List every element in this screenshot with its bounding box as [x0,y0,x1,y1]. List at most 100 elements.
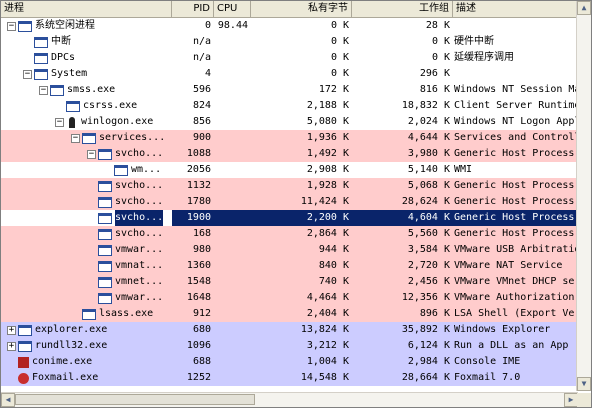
process-name-cell[interactable]: − System [1,66,172,82]
cpu-cell [214,50,251,66]
process-row[interactable]: vmnat... 1360 840 K 2,720 K VMware NAT Servi… [1,258,578,274]
description-cell: VMware NAT Service [453,258,578,274]
process-name-cell[interactable]: − services... [1,130,172,146]
process-row[interactable]: − svcho... 1088 1,492 K 3,980 K Generic Host … [1,146,578,162]
cpu-cell [214,370,251,386]
description-cell: LSA Shell (Export Ver [453,306,578,322]
scroll-corner [577,393,591,407]
process-icon [98,148,112,160]
working-set-cell: 0 K [431,36,450,47]
process-row[interactable]: svcho... 168 2,864 K 5,560 K Generic Host Pr… [1,226,578,242]
private-bytes-cell: 5,080 K [306,116,349,127]
pid-cell: 688 [172,354,214,370]
process-row[interactable]: 中断 n/a 0 K 0 K 硬件中断 [1,34,578,50]
description-cell: Generic Host Process [453,210,578,226]
process-row[interactable]: + rundll32.exe 1096 3,212 K 6,124 K Run a DLL… [1,338,578,354]
header-description[interactable]: 描述 [453,1,578,17]
collapse-icon[interactable]: − [71,133,80,143]
process-row[interactable]: + explorer.exe 680 13,824 K 35,892 K Windows … [1,322,578,338]
process-name-cell[interactable]: − winlogon.exe [1,114,172,130]
process-name-cell[interactable]: wm... [1,162,172,178]
process-row[interactable]: svcho... 1900 2,200 K 4,604 K Generic Host P… [1,210,578,226]
private-bytes-cell: 1,936 K [251,130,352,146]
process-row[interactable]: − System 4 0 K 296 K [1,66,578,82]
header-process[interactable]: 进程 [1,1,172,17]
scroll-down-icon[interactable]: ▼ [577,377,591,391]
process-row[interactable]: vmwar... 1648 4,464 K 12,356 K VMware Author… [1,290,578,306]
cpu-cell [214,210,251,226]
expand-icon[interactable]: + [7,325,16,335]
collapse-icon[interactable]: − [7,21,16,31]
process-name-cell[interactable]: + rundll32.exe [1,338,172,354]
process-name-cell[interactable]: svcho... [1,194,172,210]
description-cell: WMI [454,164,473,175]
process-name-cell[interactable]: vmnat... [1,258,172,274]
cpu-cell: 98.44 [217,20,248,31]
process-name: svcho... [115,196,164,207]
process-row[interactable]: DPCs n/a 0 K 0 K 延缓程序调用 [1,50,578,66]
process-name-cell[interactable]: + explorer.exe [1,322,172,338]
process-name-cell[interactable]: conime.exe [1,354,172,370]
process-row[interactable]: − 系统空闲进程 0 98.44 0 K 28 K [1,18,578,34]
scroll-up-icon[interactable]: ▲ [577,1,591,15]
process-name-cell[interactable]: DPCs [1,50,172,66]
collapse-icon[interactable]: − [39,85,48,95]
collapse-icon[interactable]: − [87,149,96,159]
process-name-cell[interactable]: lsass.exe [1,306,172,322]
pid-cell: 2056 [186,164,211,175]
cpu-cell [214,98,251,114]
description-cell: Windows Explorer [453,322,578,338]
process-name-cell[interactable]: svcho... [1,210,172,226]
process-row[interactable]: lsass.exe 912 2,404 K 896 K LSA Shell (Expor… [1,306,578,322]
header-pid[interactable]: PID [172,1,214,17]
private-bytes-cell: 4,464 K [251,290,352,306]
process-name: vmwar... [115,244,164,255]
collapse-icon[interactable]: − [23,69,32,79]
vertical-scrollbar[interactable]: ▲ ▼ [576,1,591,391]
horizontal-scroll-thumb[interactable] [15,394,255,405]
process-icon [18,20,32,32]
scroll-right-icon[interactable]: ▶ [564,393,578,407]
process-name: vmnat... [115,260,164,271]
process-row[interactable]: csrss.exe 824 2,188 K 18,832 K Client Server… [1,98,578,114]
process-name-cell[interactable]: vmwar... [1,242,172,258]
process-row[interactable]: − smss.exe 596 172 K 816 K Windows NT Session… [1,82,578,98]
header-private-bytes[interactable]: 私有字节 [251,1,352,17]
private-bytes-cell: 2,404 K [251,306,352,322]
process-row[interactable]: vmwar... 980 944 K 3,584 K VMware USB Arbitr… [1,242,578,258]
process-icon [98,228,112,240]
expand-icon[interactable]: + [7,341,16,351]
cpu-cell [214,242,251,258]
cpu-cell [214,322,251,338]
process-name-cell[interactable]: Foxmail.exe [1,370,172,386]
cpu-cell [214,114,251,130]
description-cell: Windows NT Session Ma [454,84,578,95]
process-row[interactable]: − services... 900 1,936 K 4,644 K Services an… [1,130,578,146]
process-row[interactable]: vmnet... 1548 740 K 2,456 K VMware VMnet DHC… [1,274,578,290]
process-name: 中断 [51,36,71,47]
cpu-cell [214,306,251,322]
process-name-cell[interactable]: svcho... [1,226,172,242]
header-working-set[interactable]: 工作组 [352,1,453,17]
process-row[interactable]: wm... 2056 2,908 K 5,140 K WMI [1,162,578,178]
process-row[interactable]: conime.exe 688 1,004 K 2,984 K Console IME [1,354,578,370]
scroll-left-icon[interactable]: ◀ [1,393,15,407]
process-row[interactable]: svcho... 1132 1,928 K 5,068 K Generic Host P… [1,178,578,194]
column-header: 进程 PID CPU 私有字节 工作组 描述 [1,1,578,18]
process-name-cell[interactable]: − svcho... [1,146,172,162]
process-name-cell[interactable]: csrss.exe [1,98,172,114]
cpu-cell [214,194,251,210]
collapse-icon[interactable]: − [55,117,64,127]
process-row[interactable]: − winlogon.exe 856 5,080 K 2,024 K Windows NT… [1,114,578,130]
process-name-cell[interactable]: − 系统空闲进程 [1,18,172,34]
process-name-cell[interactable]: vmwar... [1,290,172,306]
process-name-cell[interactable]: vmnet... [1,274,172,290]
process-name-cell[interactable]: 中断 [1,34,172,50]
working-set-cell: 896 K [352,306,453,322]
header-cpu[interactable]: CPU [214,1,251,17]
process-row[interactable]: svcho... 1780 11,424 K 28,624 K Generic Host… [1,194,578,210]
process-name-cell[interactable]: − smss.exe [1,82,172,98]
horizontal-scrollbar[interactable]: ◀ ▶ [1,392,578,407]
process-name-cell[interactable]: svcho... [1,178,172,194]
process-row[interactable]: Foxmail.exe 1252 14,548 K 28,664 K Foxmail 7… [1,370,578,386]
